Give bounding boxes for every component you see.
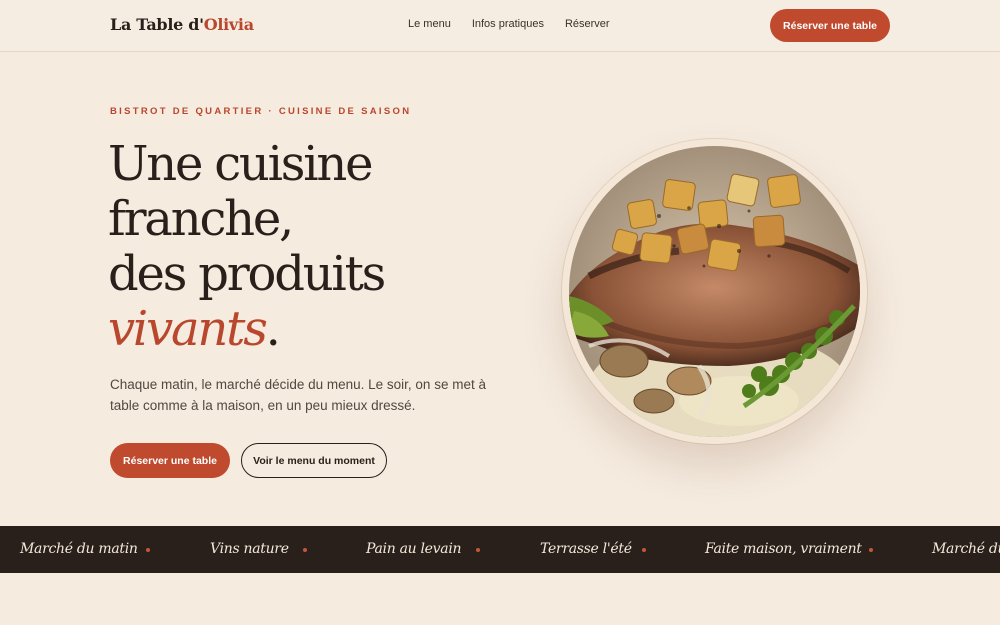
brand-name-part2: Olivia [203,15,254,34]
headline-line-2: franche, [108,191,294,247]
ribbon-item: Terrasse l'été [540,541,632,557]
dish-illustration [569,146,860,437]
nav-link-infos[interactable]: Infos pratiques [472,18,544,30]
features-ribbon: Marché du matin Vins nature Pain au leva… [0,526,1000,573]
headline-line-1: Une cuisine [108,136,373,192]
ribbon-item: Marché du [932,541,1000,557]
hero-headline: Une cuisine franche, des produits vivant… [108,137,528,357]
headline-line-3: des produits [108,246,386,302]
headline-line-4: vivants. [108,302,528,357]
hero-reserve-button[interactable]: Réserver une table [110,443,230,478]
ribbon-separator [303,548,307,552]
nav-link-menu[interactable]: Le menu [408,18,451,30]
ribbon-separator [476,548,480,552]
main-nav: Le menu Infos pratiques Réserver [408,18,610,30]
ribbon-item: Marché du matin [20,541,138,557]
hero-eyebrow: BISTROT DE QUARTIER · CUISINE DE SAISON [110,106,412,117]
hero-lede: Chaque matin, le marché décide du menu. … [110,377,486,413]
header-reserve-button[interactable]: Réserver une table [770,9,890,42]
brand-logo[interactable]: La Table d'Olivia [110,15,254,34]
hero-menu-button[interactable]: Voir le menu du moment [241,443,387,478]
brand-name-part1: La Table d' [110,15,204,34]
dish-photo [562,139,867,444]
nav-link-reserver[interactable]: Réserver [565,18,610,30]
site-header: La Table d'Olivia Le menu Infos pratique… [0,0,1000,52]
headline-period: . [265,301,281,357]
ribbon-separator [146,548,150,552]
ribbon-separator [869,548,873,552]
ribbon-item: Pain au levain [366,541,462,557]
headline-accent-word: vivants [108,301,268,357]
ribbon-item: Vins nature [210,541,289,557]
ribbon-item: Faite maison, vraiment [705,541,862,557]
hero-cta-row: Réserver une table Voir le menu du momen… [110,443,387,478]
ribbon-separator [642,548,646,552]
